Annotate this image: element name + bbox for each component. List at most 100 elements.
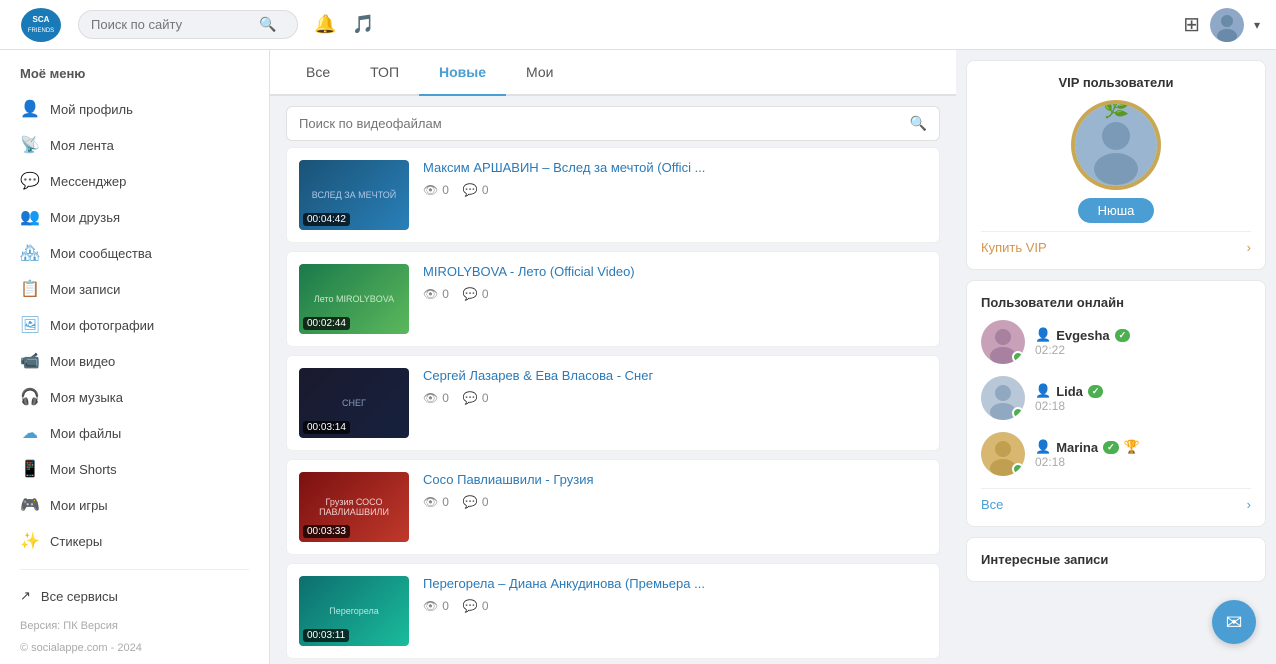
- user-avatar-header[interactable]: [1210, 8, 1244, 42]
- online-user-item: 👤 Lida ✓ 02:18: [981, 376, 1251, 420]
- video-item: СНЕГ 00:03:14 Сергей Лазарев & Ева Власо…: [286, 355, 940, 451]
- sidebar-item-my-friends[interactable]: 👥 Мои друзья: [0, 199, 269, 235]
- logo[interactable]: SCA FRIENDS: [16, 5, 66, 45]
- views-stat: 👁 0: [423, 287, 449, 301]
- video-duration: 00:03:14: [303, 421, 350, 434]
- sidebar-item-my-feed[interactable]: 📡 Моя лента: [0, 127, 269, 163]
- online-user-avatar: [981, 432, 1025, 476]
- online-user-info: 👤 Lida ✓ 02:18: [1035, 383, 1251, 413]
- video-duration: 00:03:33: [303, 525, 350, 538]
- video-stats: 👁 0 💬 0: [423, 495, 927, 509]
- sidebar-item-my-notes[interactable]: 📋 Мои записи: [0, 271, 269, 307]
- video-search-input[interactable]: [299, 116, 902, 131]
- sidebar-item-my-music[interactable]: 🎧 Моя музыка: [0, 379, 269, 415]
- video-info: Максим АРШАВИН – Вслед за мечтой (Offici…: [423, 160, 927, 197]
- grid-icon[interactable]: ⊞: [1183, 12, 1200, 37]
- video-icon: 📹: [20, 351, 40, 371]
- video-info: Сосо Павлиашвили - Грузия 👁 0 💬 0: [423, 472, 927, 509]
- sidebar-item-my-shorts[interactable]: 📱 Мои Shorts: [0, 451, 269, 487]
- tab-all[interactable]: Все: [286, 50, 350, 96]
- vip-crown-icon: 🌿: [1102, 100, 1129, 120]
- sidebar-item-my-games[interactable]: 🎮 Мои игры: [0, 487, 269, 523]
- video-duration: 00:03:11: [303, 629, 349, 642]
- online-username: 👤 Lida ✓: [1035, 383, 1251, 399]
- comments-count: 0: [482, 287, 489, 301]
- music-icon[interactable]: 🎵: [352, 14, 374, 35]
- sidebar-item-label: Мои фотографии: [50, 318, 154, 333]
- sidebar-item-stickers[interactable]: ✨ Стикеры: [0, 523, 269, 559]
- video-thumbnail: СНЕГ 00:03:14: [299, 368, 409, 438]
- svg-text:SCA: SCA: [33, 15, 50, 24]
- comments-stat: 💬 0: [463, 599, 489, 613]
- online-users-widget: Пользователи онлайн 👤 Evgesha: [966, 280, 1266, 527]
- online-indicator: [1012, 407, 1024, 419]
- sidebar-item-messenger[interactable]: 💬 Мессенджер: [0, 163, 269, 199]
- video-stats: 👁 0 💬 0: [423, 287, 927, 301]
- video-search-bar[interactable]: 🔍: [286, 106, 940, 141]
- online-users-title: Пользователи онлайн: [981, 295, 1251, 310]
- video-title[interactable]: Сергей Лазарев & Ева Власова - Снег: [423, 368, 927, 383]
- video-stats: 👁 0 💬 0: [423, 391, 927, 405]
- sidebar-item-my-profile[interactable]: 👤 Мой профиль: [0, 91, 269, 127]
- sidebar-item-label: Моя музыка: [50, 390, 123, 405]
- video-title[interactable]: Сосо Павлиашвили - Грузия: [423, 472, 927, 487]
- tab-mine[interactable]: Мои: [506, 50, 573, 96]
- interesting-records-title: Интересные записи: [981, 552, 1251, 567]
- video-title[interactable]: Максим АРШАВИН – Вслед за мечтой (Offici…: [423, 160, 927, 175]
- all-services-icon: ↗: [20, 588, 31, 604]
- trophy-icon: 🏆: [1124, 439, 1140, 455]
- video-title[interactable]: Перегорела – Диана Анкудинова (Премьера …: [423, 576, 927, 591]
- sidebar-item-label: Мессенджер: [50, 174, 126, 189]
- video-info: Перегорела – Диана Анкудинова (Премьера …: [423, 576, 927, 613]
- online-all-link[interactable]: Все ›: [981, 488, 1251, 512]
- tab-new[interactable]: Новые: [419, 50, 506, 96]
- all-services-label: Все сервисы: [41, 589, 118, 604]
- sidebar-item-my-video[interactable]: 📹 Мои видео: [0, 343, 269, 379]
- video-info: MIROLYBOVA - Лето (Official Video) 👁 0 💬…: [423, 264, 927, 301]
- sidebar-divider: [20, 569, 249, 570]
- sidebar-item-label: Моя лента: [50, 138, 114, 153]
- vip-widget-title: VIP пользователи: [981, 75, 1251, 90]
- sidebar-item-my-communities[interactable]: 🏘 Мои сообщества: [0, 235, 269, 271]
- sidebar-item-label: Мои файлы: [50, 426, 121, 441]
- comment-icon: 💬: [463, 391, 478, 405]
- video-item: Грузия СОСО ПАВЛИАШВИЛИ 00:03:33 Сосо Па…: [286, 459, 940, 555]
- video-search-icon: 🔍: [910, 115, 927, 132]
- online-user-avatar: [981, 376, 1025, 420]
- online-all-label: Все: [981, 497, 1003, 512]
- views-count: 0: [442, 599, 449, 613]
- sidebar-version: Версия: ПК Версия: [0, 612, 269, 640]
- header-search-bar[interactable]: 🔍: [78, 10, 298, 39]
- comments-stat: 💬 0: [463, 287, 489, 301]
- music-icon: 🎧: [20, 387, 40, 407]
- sidebar-item-label: Мои записи: [50, 282, 120, 297]
- sidebar-item-my-files[interactable]: ☁ Мои файлы: [0, 415, 269, 451]
- video-thumbnail: Лето MIROLYBOVA 00:02:44: [299, 264, 409, 334]
- sidebar-item-label: Стикеры: [50, 534, 102, 549]
- tab-top[interactable]: ТОП: [350, 50, 419, 96]
- sidebar-all-services[interactable]: ↗ Все сервисы: [0, 580, 269, 612]
- right-panel: VIP пользователи 🌿 Нюша Купить VIP ›: [956, 50, 1276, 664]
- user-menu-chevron[interactable]: ▾: [1254, 18, 1260, 32]
- video-title[interactable]: MIROLYBOVA - Лето (Official Video): [423, 264, 927, 279]
- video-item: Перегорела 00:03:11 Перегорела – Диана А…: [286, 563, 940, 659]
- sidebar-item-my-photos[interactable]: 🖼 Мои фотографии: [0, 307, 269, 343]
- sidebar-item-label: Мой профиль: [50, 102, 133, 117]
- comment-icon: 💬: [463, 495, 478, 509]
- online-badge: ✓: [1088, 385, 1104, 398]
- files-icon: ☁: [20, 423, 40, 443]
- views-count: 0: [442, 183, 449, 197]
- profile-icon: 👤: [20, 99, 40, 119]
- bell-icon[interactable]: 🔔: [314, 14, 336, 35]
- online-indicator: [1012, 351, 1024, 363]
- buy-vip-link[interactable]: Купить VIP ›: [981, 231, 1251, 255]
- buy-vip-label: Купить VIP: [981, 240, 1047, 255]
- vip-user-name-button[interactable]: Нюша: [1078, 198, 1155, 223]
- video-thumbnail: Грузия СОСО ПАВЛИАШВИЛИ 00:03:33: [299, 472, 409, 542]
- eye-icon: 👁: [423, 183, 438, 197]
- search-input[interactable]: [91, 17, 251, 32]
- online-all-arrow: ›: [1247, 497, 1251, 512]
- message-fab-button[interactable]: ✉: [1212, 600, 1256, 644]
- buy-vip-arrow: ›: [1247, 240, 1251, 255]
- sidebar-copyright: © socialappe.com - 2024: [0, 640, 269, 656]
